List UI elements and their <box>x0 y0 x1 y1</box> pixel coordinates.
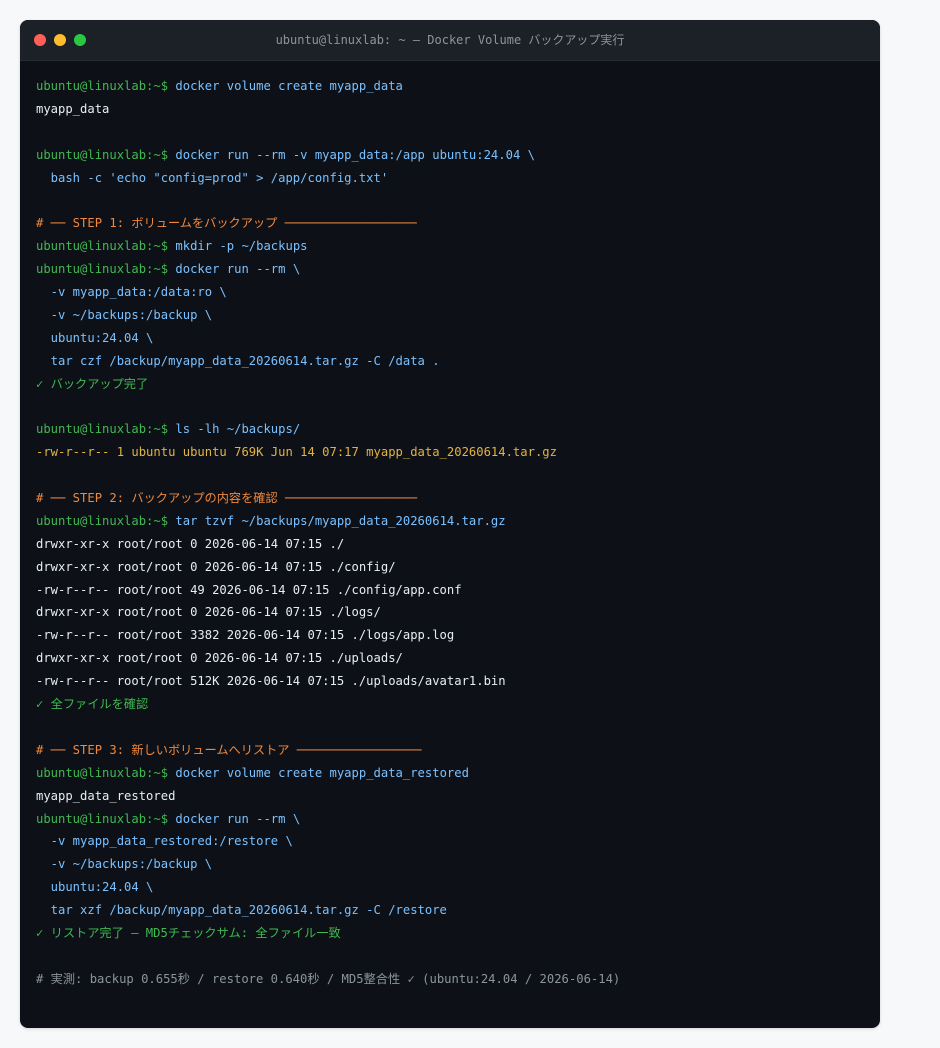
line-text: tar xzf /backup/myapp_data_20260614.tar.… <box>36 903 447 918</box>
line-text: -rw-r--r-- root/root 49 2026-06-14 07:15… <box>36 582 462 597</box>
line-text: drwxr-xr-x root/root 0 2026-06-14 07:15 … <box>36 536 345 551</box>
terminal-line-cmd: ubuntu@linuxlab:~$ docker volume create … <box>36 762 864 785</box>
line-text: -rw-r--r-- 1 ubuntu ubuntu 769K Jun 14 0… <box>36 445 557 460</box>
terminal-line-out: -rw-r--r-- root/root 512K 2026-06-14 07:… <box>36 670 864 693</box>
terminal-line-cmd: ubuntu@linuxlab:~$ docker run --rm -v my… <box>36 144 864 167</box>
command-text: docker volume create myapp_data_restored <box>168 765 469 780</box>
line-text: tar czf /backup/myapp_data_20260614.tar.… <box>36 353 440 368</box>
line-text: bash -c 'echo "config=prod" > /app/confi… <box>36 170 389 185</box>
terminal-line-cmd: ubuntu@linuxlab:~$ docker run --rm \ <box>36 258 864 281</box>
command-text: docker run --rm -v myapp_data:/app ubunt… <box>168 147 535 162</box>
line-text: # ── STEP 3: 新しいボリュームへリストア ─────────────… <box>36 742 422 757</box>
terminal-line-ok: ✓ リストア完了 — MD5チェックサム: 全ファイル一致 <box>36 922 864 945</box>
terminal-line-ok: ✓ 全ファイルを確認 <box>36 693 864 716</box>
terminal-line-cont: bash -c 'echo "config=prod" > /app/confi… <box>36 167 864 190</box>
line-text: -v myapp_data_restored:/restore \ <box>36 834 293 849</box>
terminal-output[interactable]: ubuntu@linuxlab:~$ docker volume create … <box>36 75 864 991</box>
terminal-line-out: -rw-r--r-- root/root 49 2026-06-14 07:15… <box>36 579 864 602</box>
terminal-line-out: myapp_data <box>36 98 864 121</box>
command-text: tar tzvf ~/backups/myapp_data_20260614.t… <box>168 513 506 528</box>
command-text: ls -lh ~/backups/ <box>168 422 301 437</box>
terminal-line-out: drwxr-xr-x root/root 0 2026-06-14 07:15 … <box>36 601 864 624</box>
title-bar: ubuntu@linuxlab: ~ — Docker Volume バックアッ… <box>20 20 880 61</box>
terminal-line-hl: -rw-r--r-- 1 ubuntu ubuntu 769K Jun 14 0… <box>36 441 864 464</box>
terminal-line-ok: ✓ バックアップ完了 <box>36 373 864 396</box>
terminal-line-cmd: ubuntu@linuxlab:~$ mkdir -p ~/backups <box>36 235 864 258</box>
shell-prompt: ubuntu@linuxlab:~$ <box>36 262 169 277</box>
line-text: -v ~/backups:/backup \ <box>36 857 213 872</box>
terminal-line-step: # ── STEP 3: 新しいボリュームへリストア ─────────────… <box>36 739 864 762</box>
shell-prompt: ubuntu@linuxlab:~$ <box>36 147 169 162</box>
terminal-line-cmd: ubuntu@linuxlab:~$ docker run --rm \ <box>36 808 864 831</box>
command-text: docker volume create myapp_data <box>168 79 403 93</box>
terminal-line-cont: -v myapp_data_restored:/restore \ <box>36 830 864 853</box>
line-text: ✓ 全ファイルを確認 <box>36 697 149 712</box>
line-text: # ── STEP 1: ボリュームをバックアップ ──────────────… <box>36 216 417 231</box>
terminal-window: ubuntu@linuxlab: ~ — Docker Volume バックアッ… <box>20 20 880 1028</box>
shell-prompt: ubuntu@linuxlab:~$ <box>36 79 169 93</box>
terminal-line-cont: tar xzf /backup/myapp_data_20260614.tar.… <box>36 899 864 922</box>
line-text: -v ~/backups:/backup \ <box>36 307 213 322</box>
line-text: ubuntu:24.04 \ <box>36 880 154 895</box>
terminal-line-step: # ── STEP 1: ボリュームをバックアップ ──────────────… <box>36 212 864 235</box>
shell-prompt: ubuntu@linuxlab:~$ <box>36 422 169 437</box>
terminal-line-cont: tar czf /backup/myapp_data_20260614.tar.… <box>36 350 864 373</box>
line-text: myapp_data_restored <box>36 788 176 803</box>
line-text: ✓ リストア完了 — MD5チェックサム: 全ファイル一致 <box>36 925 341 940</box>
line-text: -rw-r--r-- root/root 3382 2026-06-14 07:… <box>36 628 455 643</box>
terminal-line-cont: -v ~/backups:/backup \ <box>36 853 864 876</box>
shell-prompt: ubuntu@linuxlab:~$ <box>36 513 169 528</box>
terminal-line-step: # ── STEP 2: バックアップの内容を確認 ──────────────… <box>36 487 864 510</box>
line-text: -rw-r--r-- root/root 512K 2026-06-14 07:… <box>36 674 506 689</box>
command-text: docker run --rm \ <box>168 811 301 826</box>
terminal-line-cmd: ubuntu@linuxlab:~$ tar tzvf ~/backups/my… <box>36 510 864 533</box>
terminal-line-out: drwxr-xr-x root/root 0 2026-06-14 07:15 … <box>36 647 864 670</box>
terminal-line-cont: ubuntu:24.04 \ <box>36 327 864 350</box>
terminal-line-comment: # 実測: backup 0.655秒 / restore 0.640秒 / M… <box>36 968 864 991</box>
terminal-line-out: -rw-r--r-- root/root 3382 2026-06-14 07:… <box>36 624 864 647</box>
line-text: # ── STEP 2: バックアップの内容を確認 ──────────────… <box>36 491 418 506</box>
shell-prompt: ubuntu@linuxlab:~$ <box>36 239 169 254</box>
line-text: drwxr-xr-x root/root 0 2026-06-14 07:15 … <box>36 559 396 574</box>
terminal-line-cmd: ubuntu@linuxlab:~$ ls -lh ~/backups/ <box>36 418 864 441</box>
line-text: drwxr-xr-x root/root 0 2026-06-14 07:15 … <box>36 651 403 666</box>
line-text: -v myapp_data:/data:ro \ <box>36 285 227 300</box>
command-text: docker run --rm \ <box>168 262 301 277</box>
terminal-line-cont: ubuntu:24.04 \ <box>36 876 864 899</box>
shell-prompt: ubuntu@linuxlab:~$ <box>36 765 169 780</box>
terminal-line-cmd: ubuntu@linuxlab:~$ docker volume create … <box>36 75 864 98</box>
line-text: myapp_data <box>36 101 110 116</box>
terminal-line-out: myapp_data_restored <box>36 785 864 808</box>
window-title: ubuntu@linuxlab: ~ — Docker Volume バックアッ… <box>275 33 625 47</box>
terminal-line-cont: -v myapp_data:/data:ro \ <box>36 281 864 304</box>
terminal-line-cont: -v ~/backups:/backup \ <box>36 304 864 327</box>
line-text: ✓ バックアップ完了 <box>36 376 149 391</box>
line-text: drwxr-xr-x root/root 0 2026-06-14 07:15 … <box>36 605 381 620</box>
command-text: mkdir -p ~/backups <box>168 239 308 254</box>
shell-prompt: ubuntu@linuxlab:~$ <box>36 811 169 826</box>
terminal-line-out: drwxr-xr-x root/root 0 2026-06-14 07:15 … <box>36 556 864 579</box>
line-text: # 実測: backup 0.655秒 / restore 0.640秒 / M… <box>36 971 621 986</box>
terminal-line-out: drwxr-xr-x root/root 0 2026-06-14 07:15 … <box>36 533 864 556</box>
line-text: ubuntu:24.04 \ <box>36 330 154 345</box>
